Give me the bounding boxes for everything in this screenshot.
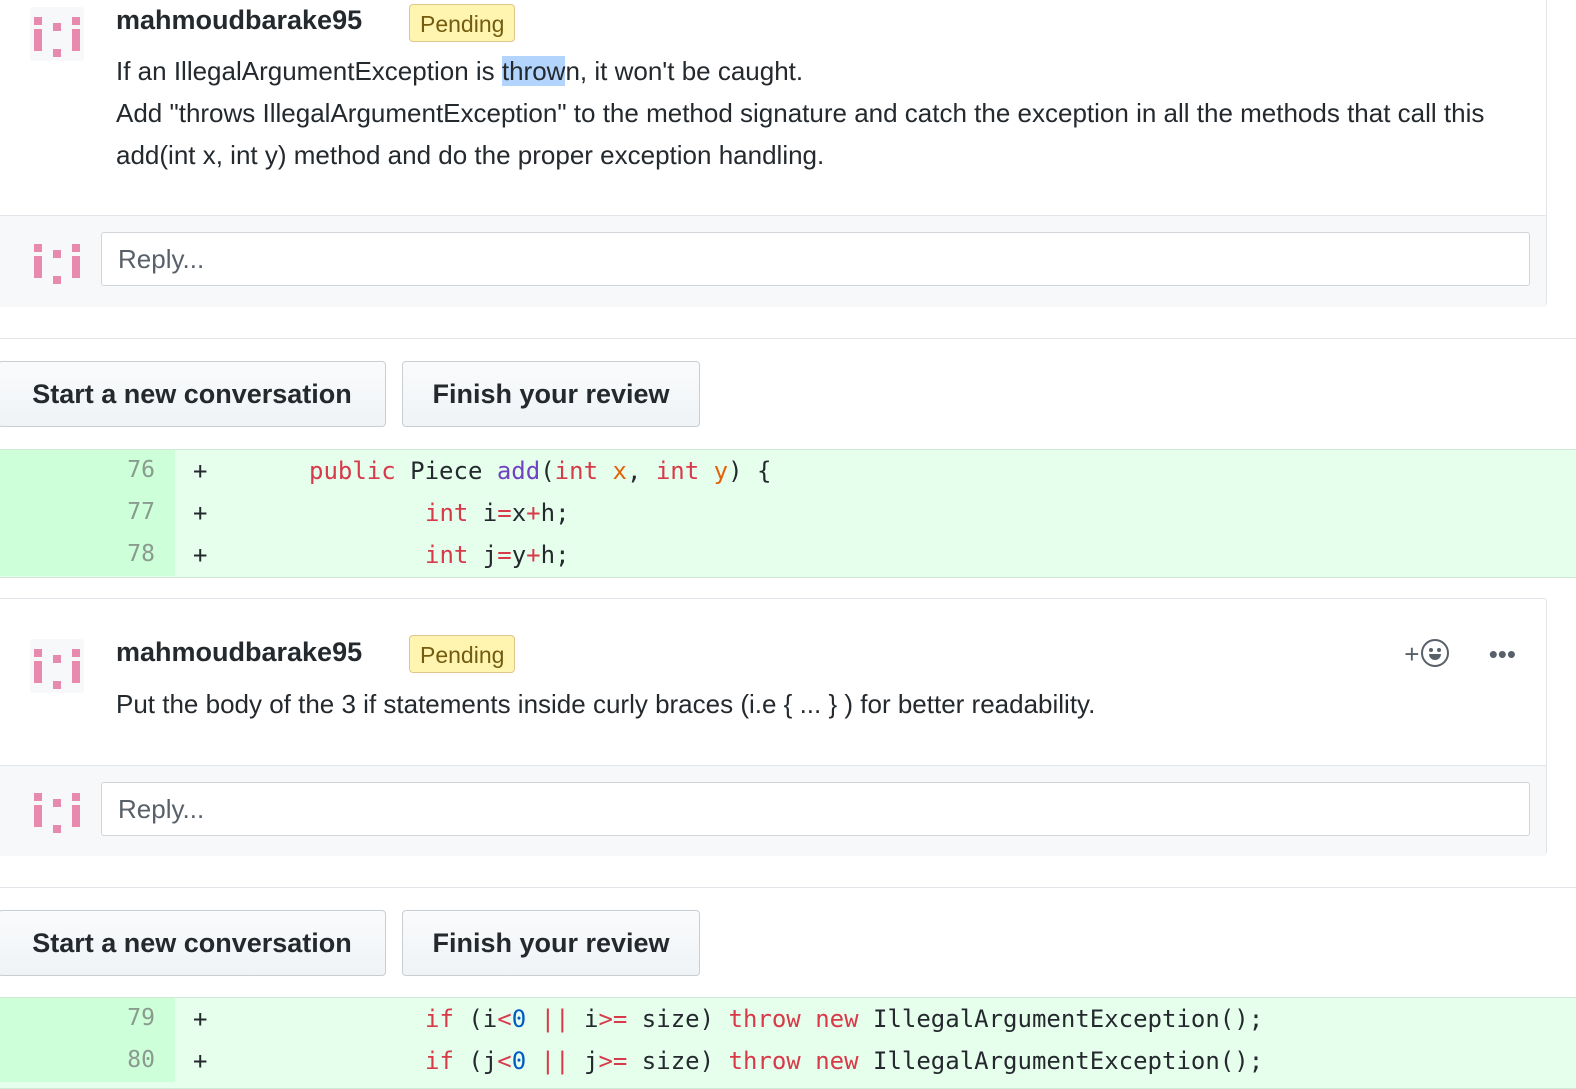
diff-line[interactable]: 79 + if (i<0 || i>= size) throw new Ille… bbox=[0, 998, 1576, 1040]
diff-block-2: 79 + if (i<0 || i>= size) throw new Ille… bbox=[0, 997, 1576, 1089]
pending-badge: Pending bbox=[409, 4, 516, 42]
diff-line[interactable]: 80 + if (j<0 || j>= size) throw new Ille… bbox=[0, 1040, 1576, 1082]
avatar bbox=[30, 783, 84, 837]
addition-marker: + bbox=[193, 1005, 208, 1033]
code-line: if (i<0 || i>= size) throw new IllegalAr… bbox=[425, 1005, 1264, 1033]
comment-author[interactable]: mahmoudbarake95 bbox=[116, 637, 362, 668]
addition-marker: + bbox=[193, 1047, 208, 1075]
divider bbox=[0, 887, 1576, 888]
finish-review-button[interactable]: Finish your review bbox=[402, 361, 700, 427]
kebab-horizontal-icon[interactable]: ••• bbox=[1489, 639, 1516, 669]
code-line: if (j<0 || j>= size) throw new IllegalAr… bbox=[425, 1047, 1264, 1075]
comment-text-part: n, it won't be caught. bbox=[565, 56, 804, 86]
comment-body: Put the body of the 3 if statements insi… bbox=[116, 689, 1096, 719]
reply-input[interactable]: Reply... bbox=[101, 232, 1530, 286]
comment-author[interactable]: mahmoudbarake95 bbox=[116, 5, 362, 36]
line-number[interactable]: 78 bbox=[0, 534, 175, 576]
start-conversation-button[interactable]: Start a new conversation bbox=[0, 361, 386, 427]
comment-text-part: If an IllegalArgumentException is bbox=[116, 56, 502, 86]
code-line: int j=y+h; bbox=[425, 541, 570, 569]
addition-marker: + bbox=[193, 541, 208, 569]
diff-line[interactable]: 77 + int i=x+h; bbox=[0, 492, 1576, 534]
line-number[interactable]: 77 bbox=[0, 492, 175, 534]
avatar[interactable] bbox=[30, 7, 84, 61]
code-line: int i=x+h; bbox=[425, 499, 570, 527]
pending-badge: Pending bbox=[409, 635, 516, 673]
diff-line[interactable]: 76 + public Piece add(int x, int y) { bbox=[0, 450, 1576, 492]
diff-block-1: 76 + public Piece add(int x, int y) { 77… bbox=[0, 449, 1576, 578]
comment-body: If an IllegalArgumentException is thrown… bbox=[116, 50, 1496, 176]
reply-row: Reply... bbox=[0, 215, 1546, 307]
finish-review-button[interactable]: Finish your review bbox=[402, 910, 700, 976]
addition-marker: + bbox=[193, 457, 208, 485]
selected-text: throw bbox=[501, 56, 566, 86]
review-thread-2: mahmoudbarake95 Pending + ••• Put the bo… bbox=[0, 598, 1547, 856]
avatar bbox=[30, 234, 84, 288]
line-number[interactable]: 80 bbox=[0, 1040, 175, 1082]
divider bbox=[0, 338, 1576, 339]
diff-line[interactable]: 78 + int j=y+h; bbox=[0, 534, 1576, 576]
start-conversation-button[interactable]: Start a new conversation bbox=[0, 910, 386, 976]
addition-marker: + bbox=[193, 499, 208, 527]
line-number[interactable]: 76 bbox=[0, 450, 175, 492]
comment-text-part: Add "throws IllegalArgumentException" to… bbox=[116, 98, 1485, 170]
code-line: public Piece add(int x, int y) { bbox=[309, 457, 772, 485]
line-number[interactable]: 79 bbox=[0, 998, 175, 1040]
reply-input[interactable]: Reply... bbox=[101, 782, 1530, 836]
avatar[interactable] bbox=[30, 639, 84, 693]
review-thread-1: mahmoudbarake95 Pending If an IllegalArg… bbox=[0, 0, 1547, 307]
reply-row: Reply... bbox=[0, 765, 1546, 856]
comment-actions: + ••• bbox=[1404, 639, 1516, 670]
smiley-plus-icon[interactable]: + bbox=[1404, 639, 1450, 670]
